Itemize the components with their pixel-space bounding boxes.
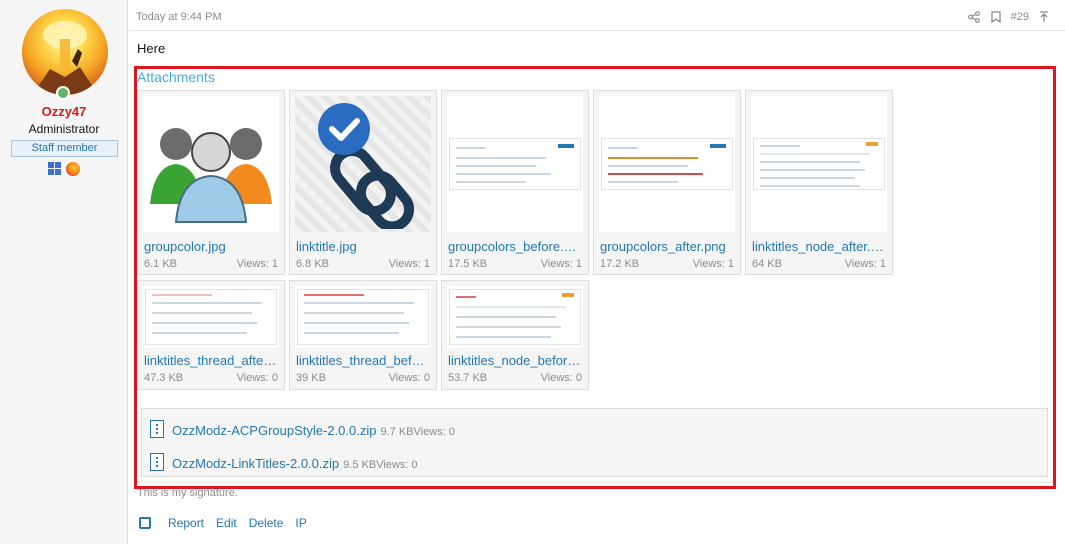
delete-link[interactable]: Delete <box>249 516 284 530</box>
edit-link[interactable]: Edit <box>216 516 237 530</box>
bookmark-icon[interactable] <box>989 10 1003 24</box>
post-number[interactable]: #29 <box>1011 11 1029 23</box>
message-text: Here <box>137 41 166 56</box>
share-icon[interactable] <box>967 10 981 24</box>
post-date[interactable]: Today at 9:44 PM <box>136 11 222 23</box>
username[interactable]: Ozzy47 <box>0 104 128 119</box>
firefox-icon <box>66 162 80 176</box>
post-header-actions: #29 <box>967 10 1051 24</box>
select-checkbox[interactable] <box>139 517 151 529</box>
staff-badge: Staff member <box>11 140 118 157</box>
post-body: Today at 9:44 PM #29 Here Attachments gr <box>129 0 1065 544</box>
ip-link[interactable]: IP <box>295 516 306 530</box>
user-title: Administrator <box>28 122 100 136</box>
report-link[interactable]: Report <box>168 516 204 530</box>
header-divider <box>129 30 1065 31</box>
windows-icon <box>48 162 62 176</box>
post-actions: Report Edit Delete IP <box>139 516 307 530</box>
avatar[interactable] <box>22 9 108 95</box>
arrow-up-icon[interactable] <box>1037 10 1051 24</box>
highlight-box <box>134 66 1056 489</box>
user-sidebar: Ozzy47 Administrator Staff member <box>0 0 128 544</box>
online-status-icon <box>56 86 70 100</box>
